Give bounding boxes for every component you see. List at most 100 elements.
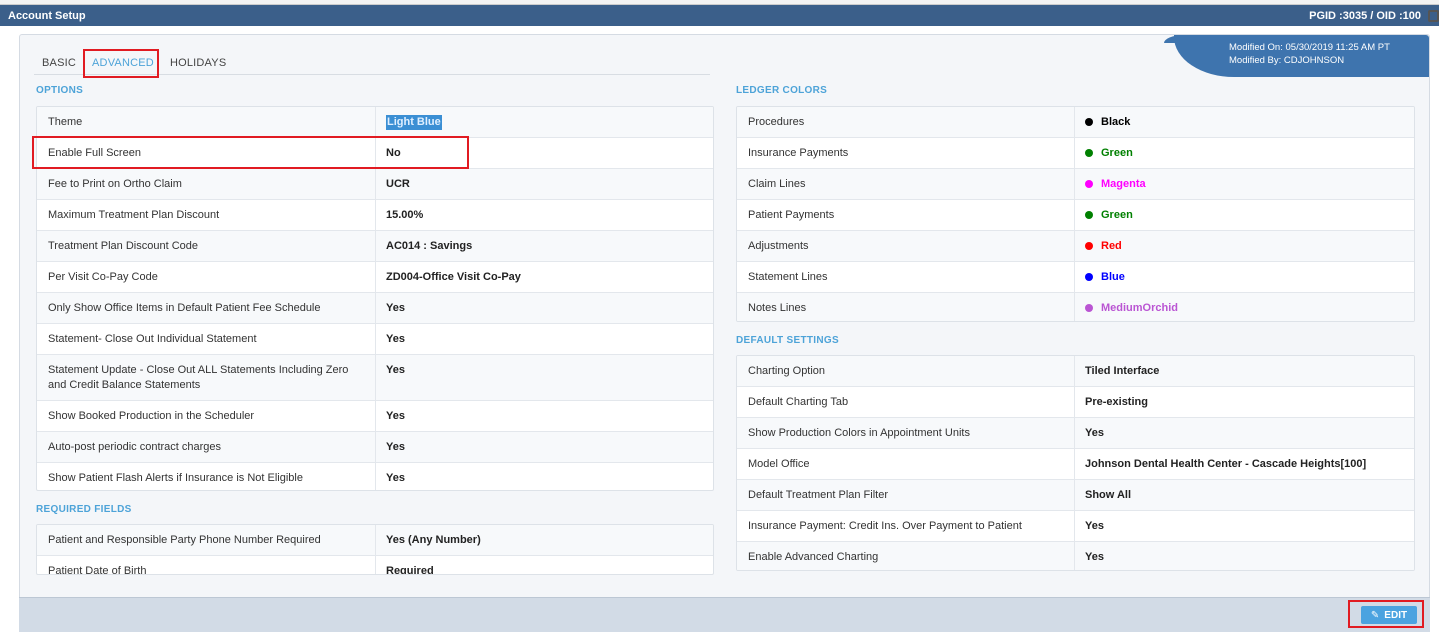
table-row: Statement Lines Blue — [737, 262, 1414, 293]
row-label: Show Patient Flash Alerts if Insurance i… — [37, 463, 376, 490]
required-fields-table: Patient and Responsible Party Phone Numb… — [36, 524, 714, 575]
color-swatch-icon — [1085, 149, 1093, 157]
row-label: Charting Option — [737, 356, 1075, 386]
color-name: Blue — [1101, 271, 1125, 283]
selected-value: Light Blue — [386, 115, 442, 130]
table-row: Procedures Black — [737, 107, 1414, 138]
row-label: Fee to Print on Ortho Claim — [37, 169, 376, 199]
table-row: Fee to Print on Ortho Claim UCR — [37, 169, 713, 200]
table-row: Adjustments Red — [737, 231, 1414, 262]
row-value: Yes — [1085, 551, 1104, 563]
row-value: Yes — [386, 302, 405, 314]
footer-bar: ✎ EDIT — [19, 597, 1430, 632]
color-name: Black — [1101, 116, 1131, 128]
row-label: Theme — [37, 107, 376, 137]
table-row: Per Visit Co-Pay Code ZD004-Office Visit … — [37, 262, 713, 293]
page-title: Account Setup — [8, 9, 86, 22]
modified-on: Modified On: 05/30/2019 11:25 AM PT — [1229, 42, 1390, 53]
color-name: Magenta — [1101, 178, 1146, 190]
row-label: Statement- Close Out Individual Statemen… — [37, 324, 376, 354]
row-label: Insurance Payments — [737, 138, 1075, 168]
table-row: Patient Date of Birth Required — [37, 556, 713, 575]
table-row: Statement Update - Close Out ALL Stateme… — [37, 355, 713, 401]
edit-button-label: EDIT — [1384, 609, 1408, 621]
table-row: Theme Light Blue — [37, 107, 713, 138]
table-row: Maximum Treatment Plan Discount 15.00% — [37, 200, 713, 231]
account-setup-panel: BASIC ADVANCED HOLIDAYS Modified On: 05/… — [19, 34, 1430, 632]
table-row: Enable Advanced Charting Yes — [737, 542, 1414, 570]
row-value: Blue — [1075, 262, 1135, 292]
row-label: Maximum Treatment Plan Discount — [37, 200, 376, 230]
row-value: No — [386, 147, 401, 159]
row-value: Yes — [1085, 427, 1104, 439]
row-value: 15.00% — [386, 209, 424, 221]
table-row: Patient Payments Green — [737, 200, 1414, 231]
table-row: Charting Option Tiled Interface — [737, 356, 1414, 387]
row-value: Required — [386, 565, 434, 575]
row-label: Default Treatment Plan Filter — [737, 480, 1075, 510]
row-value: Light Blue — [376, 107, 452, 137]
row-value: Red — [1075, 231, 1132, 261]
row-value: Yes — [386, 364, 405, 376]
color-swatch-icon — [1085, 273, 1093, 281]
row-value: Tiled Interface — [1085, 365, 1160, 377]
row-value: UCR — [386, 178, 410, 190]
printer-icon[interactable] — [1428, 10, 1439, 22]
row-value: Pre-existing — [1085, 396, 1148, 408]
row-label: Patient and Responsible Party Phone Numb… — [37, 525, 376, 555]
table-row: Treatment Plan Discount Code AC014 : Savi… — [37, 231, 713, 262]
row-value: Yes (Any Number) — [386, 534, 481, 546]
modified-by: Modified By: CDJOHNSON — [1229, 55, 1345, 66]
row-value: ZD004-Office Visit Co-Pay — [386, 271, 521, 283]
row-label: Adjustments — [737, 231, 1075, 261]
tab-advanced[interactable]: ADVANCED — [84, 53, 162, 75]
row-label: Treatment Plan Discount Code — [37, 231, 376, 261]
row-value: Yes — [386, 410, 405, 422]
tab-holidays[interactable]: HOLIDAYS — [162, 53, 234, 75]
options-table: Theme Light Blue Enable Full Screen No Fee t… — [36, 106, 714, 491]
row-value: Johnson Dental Health Center - Cascade H… — [1085, 458, 1367, 470]
row-label: Claim Lines — [737, 169, 1075, 199]
row-label: Show Production Colors in Appointment Un… — [737, 418, 1075, 448]
edit-button[interactable]: ✎ EDIT — [1361, 606, 1417, 624]
row-value: Show All — [1085, 489, 1132, 501]
table-row: Notes Lines MediumOrchid — [737, 293, 1414, 321]
row-value: MediumOrchid — [1075, 293, 1188, 321]
table-row: Default Treatment Plan Filter Show All — [737, 480, 1414, 511]
table-row: Model Office Johnson Dental Health Center… — [737, 449, 1414, 480]
table-row: Auto-post periodic contract charges Yes — [37, 432, 713, 463]
row-label: Only Show Office Items in Default Patien… — [37, 293, 376, 323]
table-row: Show Patient Flash Alerts if Insurance i… — [37, 463, 713, 490]
row-value: AC014 : Savings — [386, 240, 473, 252]
table-row: Show Booked Production in the Scheduler Y… — [37, 401, 713, 432]
row-label: Procedures — [737, 107, 1075, 137]
options-section-title: OPTIONS — [36, 85, 84, 96]
row-label: Enable Full Screen — [37, 138, 376, 168]
row-value: Yes — [386, 333, 405, 345]
color-swatch-icon — [1085, 304, 1093, 312]
row-label: Patient Date of Birth — [37, 556, 376, 574]
table-row: Only Show Office Items in Default Patien… — [37, 293, 713, 324]
row-label: Default Charting Tab — [737, 387, 1075, 417]
table-row: Claim Lines Magenta — [737, 169, 1414, 200]
row-label: Notes Lines — [737, 293, 1075, 321]
modified-info-banner: Modified On: 05/30/2019 11:25 AM PT Modi… — [1164, 35, 1429, 77]
color-name: MediumOrchid — [1101, 302, 1179, 314]
tab-bar: BASIC ADVANCED HOLIDAYS — [34, 53, 710, 75]
row-label: Patient Payments — [737, 200, 1075, 230]
table-row: Enable Full Screen No — [37, 138, 713, 169]
row-label: Statement Lines — [737, 262, 1075, 292]
row-value: Green — [1075, 200, 1143, 230]
row-value: Yes — [386, 441, 405, 453]
tab-basic[interactable]: BASIC — [34, 53, 84, 75]
table-row: Patient and Responsible Party Phone Numb… — [37, 525, 713, 556]
color-name: Green — [1101, 147, 1133, 159]
color-swatch-icon — [1085, 211, 1093, 219]
pencil-icon: ✎ — [1370, 609, 1380, 621]
row-value: Green — [1075, 138, 1143, 168]
required-fields-section-title: REQUIRED FIELDS — [36, 504, 132, 515]
row-label: Statement Update - Close Out ALL Stateme… — [37, 355, 376, 400]
default-settings-table: Charting Option Tiled Interface Default Ch… — [736, 355, 1415, 571]
table-row: Insurance Payment: Credit Ins. Over Paym… — [737, 511, 1414, 542]
row-value: Yes — [386, 472, 405, 484]
